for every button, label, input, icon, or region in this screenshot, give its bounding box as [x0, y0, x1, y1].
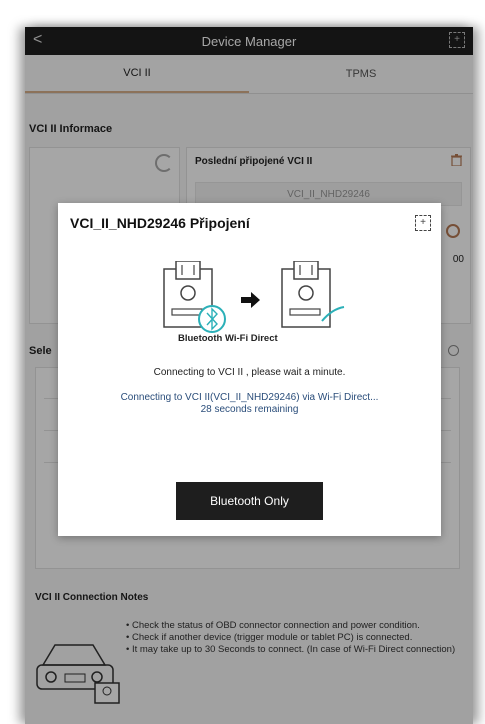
countdown-text: 28 seconds remaining: [200, 404, 299, 415]
dialog-title: VCI_II_NHD29246 Připojení: [70, 215, 250, 231]
expand-icon[interactable]: +: [415, 215, 431, 231]
connection-status: Connecting to VCI II(VCI_II_NHD29246) vi…: [120, 392, 379, 403]
wifi-icon: [321, 306, 345, 322]
vci-device-icon: [281, 261, 331, 328]
arrow-right-icon: [241, 292, 260, 308]
connection-dialog: VCI_II_NHD29246 Připojení + Bluetooth Wi…: [58, 203, 441, 536]
connect-message: Connecting to VCI II , please wait a min…: [153, 367, 346, 378]
bluetooth-icon: [198, 305, 226, 333]
connection-modes-label: Bluetooth Wi-Fi Direct: [178, 333, 278, 344]
app-frame: < Device Manager + VCI II TPMS VCI II In…: [25, 27, 473, 724]
bluetooth-only-button[interactable]: Bluetooth Only: [176, 482, 323, 520]
